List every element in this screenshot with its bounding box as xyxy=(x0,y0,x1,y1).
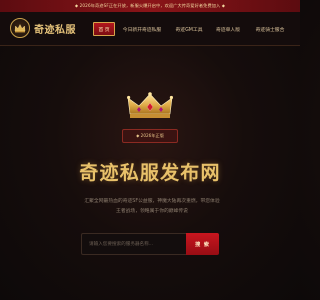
site-logo[interactable]: 奇迹私服 xyxy=(10,18,76,38)
announcement-bar: ◆ 2026年奇迹SF正在开放，新服火爆开启中，欢迎广大传奇爱好者免费加入 ◆ xyxy=(0,0,300,12)
logo-text: 奇迹私服 xyxy=(34,24,76,36)
nav-item-gm-tools[interactable]: 奇迹GM工具 xyxy=(173,22,205,36)
announcement-text: ◆ 2026年奇迹SF正在开放，新服火爆开启中，欢迎广大传奇爱好者免费加入 ◆ xyxy=(74,3,226,8)
search-button[interactable]: 搜 索 xyxy=(186,233,219,255)
nav-item-home[interactable]: 首 页 xyxy=(93,22,115,36)
main-nav: 首 页 今日新开奇迹私服 奇迹GM工具 奇迹单人版 奇迹骑士服合 xyxy=(93,22,293,36)
hero-description: 汇聚全网最热血的奇迹SF公益服，神魔大陆再次重燃，带您体验王者战场，领略属于你的… xyxy=(84,199,220,214)
search-bar: 搜 索 xyxy=(81,233,219,255)
gold-crown-icon xyxy=(127,92,173,120)
nav-item-new-servers[interactable]: 今日新开奇迹私服 xyxy=(121,22,163,36)
edition-badge: ◆ 2026年正版 xyxy=(122,129,178,143)
search-input[interactable] xyxy=(81,233,186,255)
page-title: 奇迹私服发布网 xyxy=(79,162,221,184)
site-header: 奇迹私服 首 页 今日新开奇迹私服 奇迹GM工具 奇迹单人版 奇迹骑士服合 xyxy=(0,12,300,46)
nav-item-knight-server[interactable]: 奇迹骑士服合 xyxy=(252,22,288,36)
nav-item-single-player[interactable]: 奇迹单人版 xyxy=(213,22,243,36)
crown-medallion-icon xyxy=(10,18,30,38)
